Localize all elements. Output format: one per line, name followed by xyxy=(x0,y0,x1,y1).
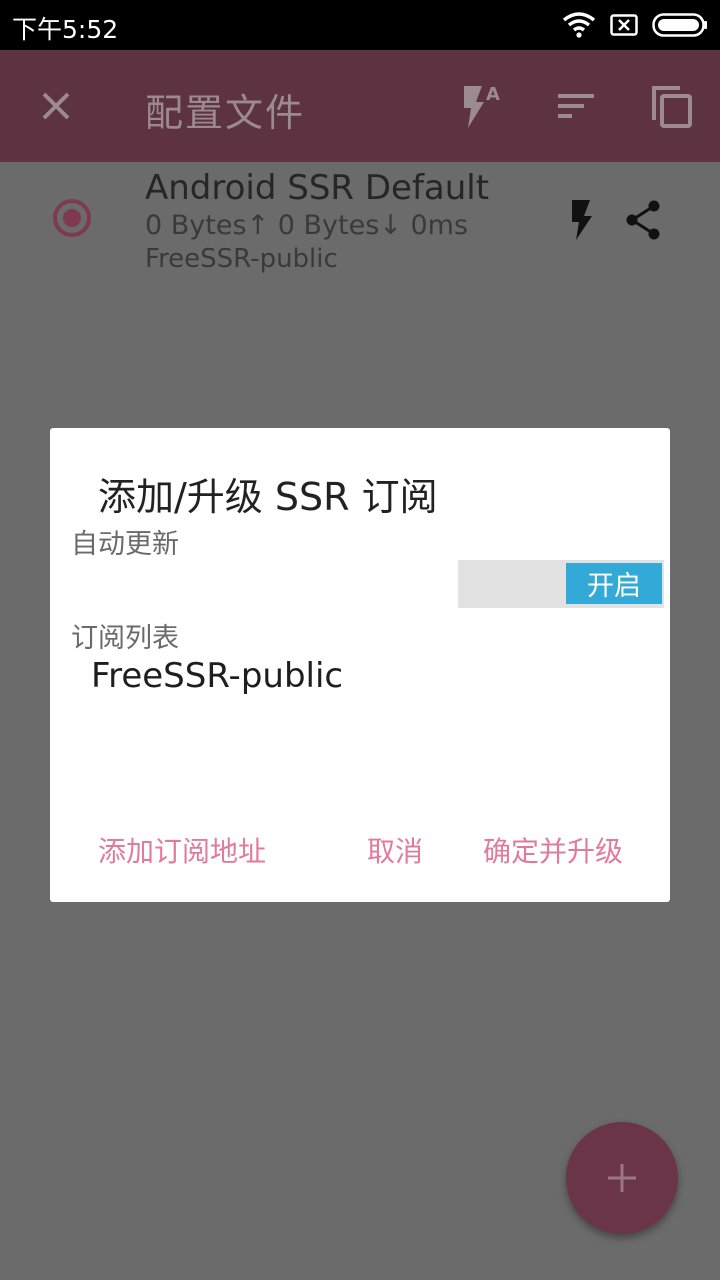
subscription-item[interactable]: FreeSSR-public xyxy=(91,656,343,696)
auto-update-toggle[interactable]: 开启 xyxy=(458,560,664,608)
flash-auto-icon[interactable]: A xyxy=(456,82,504,130)
svg-text:A: A xyxy=(486,84,500,105)
close-icon[interactable] xyxy=(36,86,76,126)
sort-icon[interactable] xyxy=(552,82,600,130)
toggle-thumb[interactable]: 开启 xyxy=(566,563,662,604)
confirm-upgrade-button[interactable]: 确定并升级 xyxy=(483,830,623,870)
share-icon[interactable] xyxy=(622,198,666,242)
copy-icon[interactable] xyxy=(648,82,696,130)
battery-icon xyxy=(652,13,707,37)
toggle-label: 开启 xyxy=(587,571,641,602)
radio-selected-icon[interactable] xyxy=(52,198,92,238)
dialog-title: 添加/升级 SSR 订阅 xyxy=(98,475,438,519)
profile-list-item[interactable]: Android SSR Default 0 Bytes↑ 0 Bytes↓ 0m… xyxy=(0,162,720,282)
profile-stats: 0 Bytes↑ 0 Bytes↓ 0ms xyxy=(145,210,469,241)
auto-update-label: 自动更新 xyxy=(71,529,179,560)
page-title: 配置文件 xyxy=(145,91,306,135)
status-time: 下午5:52 xyxy=(12,15,119,44)
status-bar: 下午5:52 xyxy=(0,0,720,50)
status-icons xyxy=(562,10,708,40)
cancel-button[interactable]: 取消 xyxy=(367,830,423,870)
subscription-list-label: 订阅列表 xyxy=(71,623,179,654)
subscription-dialog: 添加/升级 SSR 订阅 自动更新 开启 订阅列表 FreeSSR-public… xyxy=(50,428,670,902)
toolbar: 配置文件 A xyxy=(0,50,720,162)
wifi-icon xyxy=(562,12,596,38)
plus-icon xyxy=(608,1164,636,1192)
sim-x-icon xyxy=(610,14,638,36)
flash-icon[interactable] xyxy=(560,198,604,242)
add-profile-fab[interactable] xyxy=(566,1122,678,1234)
add-subscription-button[interactable]: 添加订阅地址 xyxy=(98,830,266,870)
profile-group: FreeSSR-public xyxy=(145,244,338,274)
profile-name: Android SSR Default xyxy=(145,168,490,208)
